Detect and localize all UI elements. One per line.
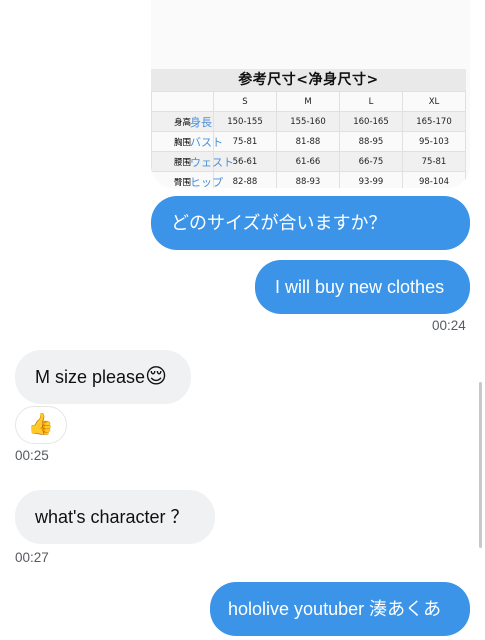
size-cell: 98-104 [402,171,466,188]
size-chart-row: 臀围 ヒップ 82-88 88-93 93-99 98-104 [151,171,466,188]
size-cell: 81-88 [276,131,340,152]
message-timestamp: 00:25 [15,448,49,463]
outgoing-message-bubble[interactable]: I will buy new clothes [255,260,470,314]
scrollbar[interactable] [479,382,482,548]
outgoing-message-bubble[interactable]: hololive youtuber 湊あくあ [210,582,470,636]
row-label-cell: 胸围 バスト [151,131,223,152]
incoming-message-bubble[interactable]: M size please😌 [15,350,191,404]
size-cell: 66-75 [339,151,403,172]
message-timestamp: 00:24 [432,318,466,333]
message-text: どのサイズが合いますか？ [171,213,387,233]
row-label-overlay: ウェスト [190,156,234,169]
message-text: I will buy new clothes [275,277,445,297]
size-chart-header-cell: M [276,91,340,112]
size-chart-header-cell: S [213,91,277,112]
row-label-overlay: ヒップ [190,176,223,188]
size-chart-image[interactable]: 参考尺寸<净身尺寸> S M L XL 身高 身長 150-155 155-160… [151,0,470,188]
message-text: hololive youtuber 湊あくあ [228,599,442,619]
outgoing-message-bubble[interactable]: どのサイズが合いますか？ [151,196,470,250]
size-cell: 88-95 [339,131,403,152]
row-label: 臀围 [174,177,192,188]
size-cell: 88-93 [276,171,340,188]
row-label-cell: 身高 身長 [151,111,214,132]
relieved-face-emoji: 😌 [145,365,167,388]
thumbs-up-icon: 👍 [27,413,55,436]
size-cell: 61-66 [276,151,340,172]
chat-screen: 参考尺寸<净身尺寸> S M L XL 身高 身長 150-155 155-160… [0,0,485,640]
size-chart-header-cell [151,91,214,112]
incoming-message-bubble[interactable]: what's character ？ [15,490,215,544]
size-chart-title: 参考尺寸<净身尺寸> [151,69,466,91]
row-label-overlay: バスト [190,136,223,149]
size-cell: 93-99 [339,171,403,188]
message-text: what's character ？ [35,507,189,527]
row-label: 身高 [174,117,192,128]
message-timestamp: 00:27 [15,550,49,565]
row-label-cell: 臀围 ヒップ [151,171,223,188]
thumbs-up-reaction[interactable]: 👍 [15,406,67,444]
size-cell: 150-155 [213,111,277,132]
row-label-overlay: 身長 [190,116,212,129]
size-chart-row: 身高 身長 150-155 155-160 160-165 165-170 [151,111,466,132]
size-cell: 160-165 [339,111,403,132]
row-label: 胸围 [174,137,192,148]
size-chart-row: 胸围 バスト 75-81 81-88 88-95 95-103 [151,131,466,152]
size-cell: 155-160 [276,111,340,132]
size-chart-header-cell: L [339,91,403,112]
size-cell: 95-103 [402,131,466,152]
size-cell: 75-81 [402,151,466,172]
row-label-cell: 腰围 ウェスト [151,151,234,172]
size-cell: 165-170 [402,111,466,132]
size-chart-header-row: S M L XL [151,91,466,112]
row-label: 腰围 [174,157,192,168]
message-text: M size please [35,367,146,387]
size-chart-header-cell: XL [402,91,466,112]
size-chart-table: S M L XL 身高 身長 150-155 155-160 160-165 16… [151,91,466,188]
size-chart-row: 腰围 ウェスト 56-61 61-66 66-75 75-81 [151,151,466,172]
